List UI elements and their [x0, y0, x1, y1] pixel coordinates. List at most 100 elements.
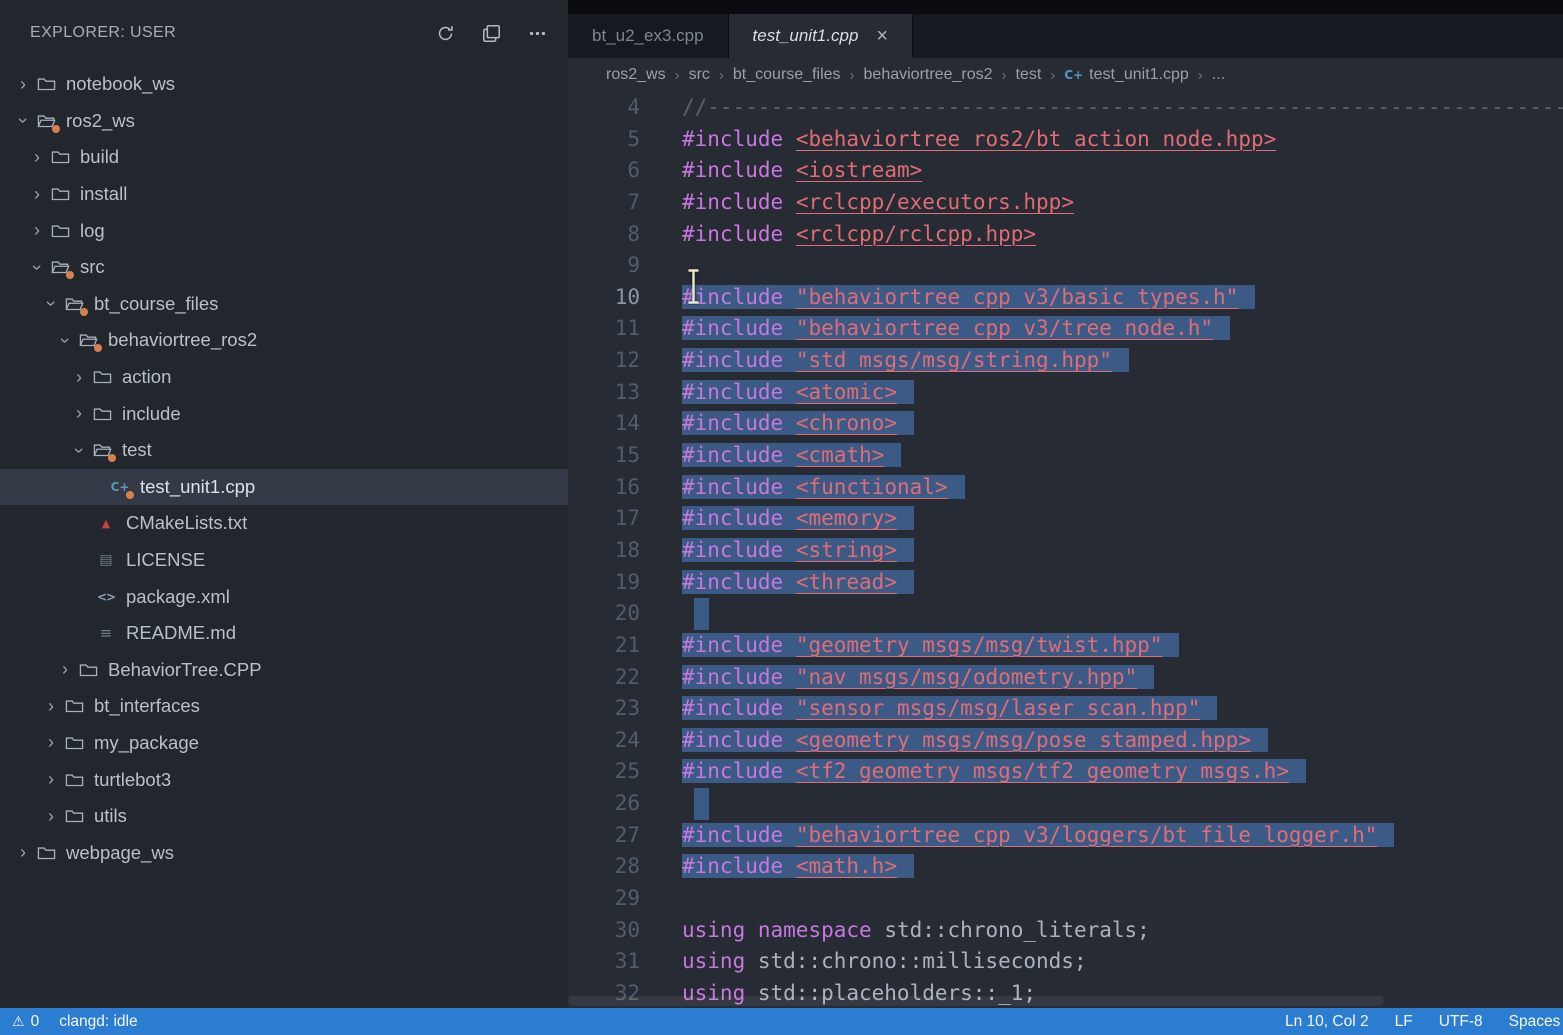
code-line-27[interactable]: 27#include "behaviortree_cpp_v3/loggers/… [568, 820, 1563, 852]
code-text: #include "behaviortree_cpp_v3/tree_node.… [682, 313, 1230, 345]
tab-test-unit1-cpp[interactable]: test_unit1.cpp× [729, 14, 914, 58]
line-number: 30 [568, 915, 640, 947]
indentation-indicator[interactable]: Spaces [1509, 1013, 1561, 1031]
tree-item-action[interactable]: ›action [0, 359, 568, 396]
tree-item-behaviortree-cpp[interactable]: ›BehaviorTree.CPP [0, 652, 568, 689]
code-line-22[interactable]: 22#include "nav_msgs/msg/odometry.hpp" [568, 662, 1563, 694]
code-line-6[interactable]: 6#include <iostream> [568, 155, 1563, 187]
code-line-10[interactable]: 10#include "behaviortree_cpp_v3/basic_ty… [568, 282, 1563, 314]
tree-item-my-package[interactable]: ›my_package [0, 725, 568, 762]
line-number: 11 [568, 313, 640, 345]
tree-item-label: notebook_ws [66, 73, 175, 95]
code-line-30[interactable]: 30using namespace std::chrono_literals; [568, 915, 1563, 947]
code-line-16[interactable]: 16#include <functional> [568, 472, 1563, 504]
code-line-21[interactable]: 21#include "geometry_msgs/msg/twist.hpp" [568, 630, 1563, 662]
code-line-4[interactable]: 4//-------------------------------------… [568, 92, 1563, 124]
breadcrumb-item-ros2-ws[interactable]: ros2_ws [606, 66, 666, 84]
tree-item-install[interactable]: ›install [0, 176, 568, 213]
breadcrumb-item-test[interactable]: test [1016, 66, 1042, 84]
tree-item-behaviortree-ros2[interactable]: ›behaviortree_ros2 [0, 322, 568, 359]
code-line-14[interactable]: 14#include <chrono> [568, 408, 1563, 440]
tab-bar: bt_u2_ex3.cpptest_unit1.cpp× [568, 14, 1563, 58]
collapse-folders-icon[interactable] [480, 22, 502, 44]
breadcrumb-item-bt-course-files[interactable]: bt_course_files [733, 66, 841, 84]
tree-item-webpage-ws[interactable]: ›webpage_ws [0, 834, 568, 871]
code-line-24[interactable]: 24#include <geometry_msgs/msg/pose_stamp… [568, 725, 1563, 757]
tree-item-test[interactable]: ›test [0, 432, 568, 469]
tree-item-bt-interfaces[interactable]: ›bt_interfaces [0, 688, 568, 725]
code-line-5[interactable]: 5#include <behaviortree_ros2/bt_action_n… [568, 124, 1563, 156]
tree-item-build[interactable]: ›build [0, 139, 568, 176]
breadcrumb-item-src[interactable]: src [689, 66, 710, 84]
code-line-11[interactable]: 11 #include "behaviortree_cpp_v3/tree_nod… [568, 313, 1563, 345]
code-line-23[interactable]: 23#include "sensor_msgs/msg/laser_scan.h… [568, 693, 1563, 725]
code-line-18[interactable]: 18#include <string> [568, 535, 1563, 567]
cursor-position[interactable]: Ln 10, Col 2 [1285, 1013, 1369, 1031]
vscode-window: EXPLORER: USER [0, 0, 1563, 1035]
chevron-right-icon: › [26, 147, 48, 168]
code-line-20[interactable]: 20 [568, 598, 1563, 630]
chevron-down-icon: › [41, 293, 62, 315]
code-line-8[interactable]: 8#include <rclcpp/rclcpp.hpp> [568, 219, 1563, 251]
tree-item-src[interactable]: ›src [0, 249, 568, 286]
folder-open-icon [92, 441, 112, 459]
close-icon[interactable]: × [876, 26, 888, 46]
tree-item-test-unit1-cpp[interactable]: C+test_unit1.cpp [0, 469, 568, 506]
code-text: #include "behaviortree_cpp_v3/basic_type… [682, 282, 1255, 314]
tree-item-include[interactable]: ›include [0, 395, 568, 432]
cmake-file-icon: ▲ [96, 514, 116, 532]
tree-item-readme-md[interactable]: ≡README.md [0, 615, 568, 652]
tree-item-label: package.xml [126, 586, 230, 608]
eol-indicator[interactable]: LF [1395, 1013, 1413, 1031]
status-bar-left: ⚠ 0 clangd: idle [0, 1013, 138, 1031]
selection-highlight: #include <atomic> [682, 380, 914, 404]
tree-item-notebook-ws[interactable]: ›notebook_ws [0, 66, 568, 103]
tree-item-label: BehaviorTree.CPP [108, 659, 262, 681]
folder-icon [78, 661, 98, 679]
code-line-12[interactable]: 12#include "std_msgs/msg/string.hpp" [568, 345, 1563, 377]
line-number: 31 [568, 946, 640, 978]
code-line-28[interactable]: 28#include <math.h> [568, 851, 1563, 883]
problems-indicator[interactable]: ⚠ 0 [12, 1013, 39, 1031]
code-line-15[interactable]: 15#include <cmath> [568, 440, 1563, 472]
tree-item-bt-course-files[interactable]: ›bt_course_files [0, 286, 568, 323]
folder-icon [64, 807, 84, 825]
tree-item-license[interactable]: ▤LICENSE [0, 542, 568, 579]
code-line-17[interactable]: 17#include <memory> [568, 503, 1563, 535]
code-line-7[interactable]: 7#include <rclcpp/executors.hpp> [568, 187, 1563, 219]
breadcrumb-item-behaviortree-ros2[interactable]: behaviortree_ros2 [864, 66, 993, 84]
selection-highlight: #include <memory> [682, 506, 914, 530]
code-line-31[interactable]: 31using std::chrono::milliseconds; [568, 946, 1563, 978]
tab-bt-u2-ex3-cpp[interactable]: bt_u2_ex3.cpp [568, 14, 729, 58]
code-line-29[interactable]: 29 [568, 883, 1563, 915]
breadcrumb-item-more[interactable]: ... [1212, 66, 1225, 84]
horizontal-scrollbar[interactable] [568, 996, 1384, 1006]
code-text: #include "nav_msgs/msg/odometry.hpp" [682, 662, 1154, 694]
breadcrumb-separator-icon: › [850, 67, 855, 84]
code-line-25[interactable]: 25#include <tf2_geometry_msgs/tf2_geomet… [568, 756, 1563, 788]
line-number: 15 [568, 440, 640, 472]
code-line-19[interactable]: 19#include <thread> [568, 567, 1563, 599]
refresh-icon[interactable] [434, 22, 456, 44]
line-number: 25 [568, 756, 640, 788]
tree-item-package-xml[interactable]: <>package.xml [0, 578, 568, 615]
tree-item-label: my_package [94, 732, 199, 754]
tree-item-turtlebot3[interactable]: ›turtlebot3 [0, 761, 568, 798]
tree-item-log[interactable]: ›log [0, 212, 568, 249]
breadcrumb-separator-icon: › [1198, 67, 1203, 84]
tree-item-cmakelists-txt[interactable]: ▲CMakeLists.txt [0, 505, 568, 542]
tree-item-utils[interactable]: ›utils [0, 798, 568, 835]
code-line-9[interactable]: 9 [568, 250, 1563, 282]
tree-item-ros2-ws[interactable]: ›ros2_ws [0, 103, 568, 140]
code-editor[interactable]: 4//-------------------------------------… [568, 92, 1563, 1008]
line-number: 5 [568, 124, 640, 156]
encoding-indicator[interactable]: UTF-8 [1439, 1013, 1483, 1031]
tree-item-label: webpage_ws [66, 842, 174, 864]
breadcrumb-item-test-unit1-cpp[interactable]: C+test_unit1.cpp [1064, 66, 1189, 84]
code-text [682, 598, 709, 630]
folder-icon [64, 734, 84, 752]
more-actions-icon[interactable] [526, 22, 548, 44]
code-line-26[interactable]: 26 [568, 788, 1563, 820]
clangd-status[interactable]: clangd: idle [59, 1013, 137, 1031]
code-line-13[interactable]: 13#include <atomic> [568, 377, 1563, 409]
